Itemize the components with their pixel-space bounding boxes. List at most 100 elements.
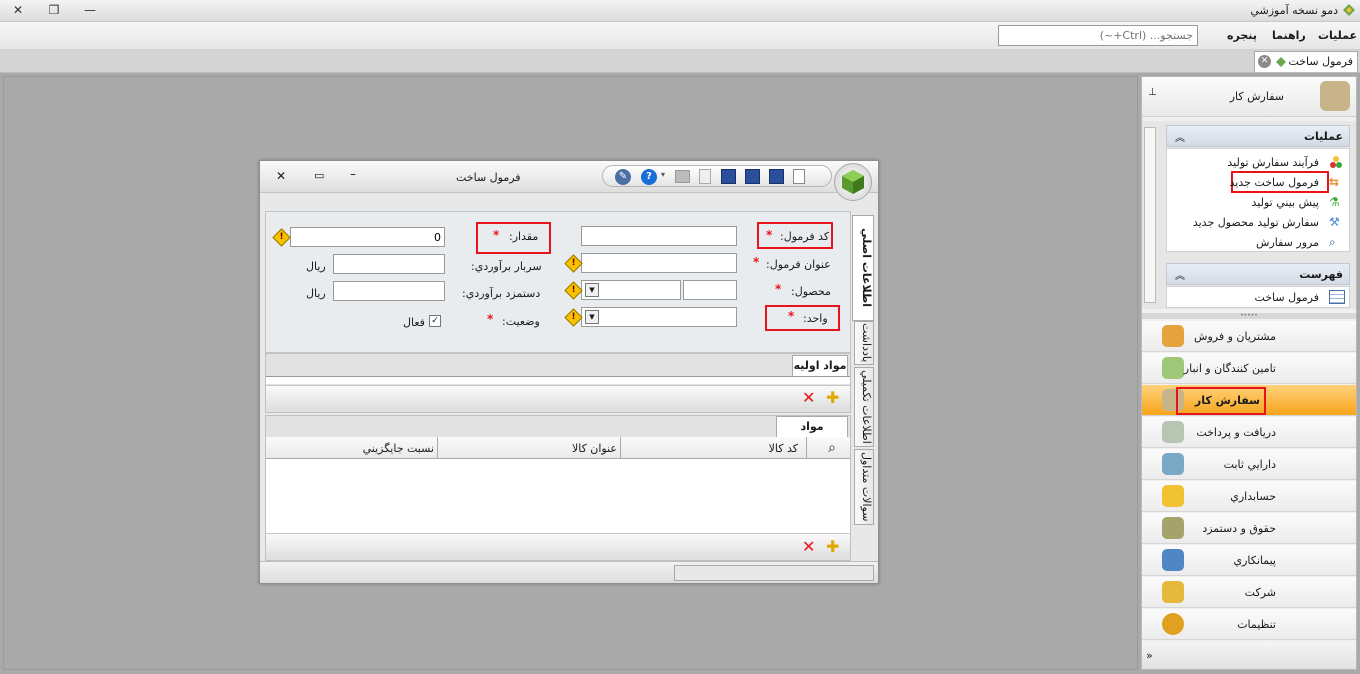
new-document-icon[interactable] bbox=[793, 169, 805, 184]
nav-label: حقوق و دستمزد bbox=[1202, 522, 1276, 535]
nav-payroll[interactable]: حقوق و دستمزد bbox=[1142, 513, 1356, 544]
window-title-bar: ✕ ❐ — دمو نسخه آموزشي bbox=[0, 0, 1360, 22]
search-icon[interactable]: ⌕ bbox=[828, 440, 836, 456]
save-close-icon[interactable] bbox=[721, 169, 736, 184]
group-operations-items: فرآيند سفارش توليد فرمول ساخت جديد ⇆ پيش… bbox=[1166, 148, 1350, 252]
panel-footer: » bbox=[1142, 643, 1356, 669]
raw-materials-tab[interactable]: مواد اوليه bbox=[792, 355, 848, 376]
forecast-icon: ⚗ bbox=[1329, 195, 1340, 209]
required-mark: * bbox=[775, 282, 782, 296]
active-checkbox[interactable]: ✓ bbox=[429, 315, 441, 327]
nav-customers-sales[interactable]: مشتريان و فروش bbox=[1142, 321, 1356, 352]
nav-label: تامين کنندگان و انبار bbox=[1183, 362, 1276, 375]
pin-icon[interactable]: ⊥ bbox=[1148, 87, 1157, 98]
product-code-input[interactable] bbox=[683, 280, 737, 300]
column-divider bbox=[620, 437, 621, 459]
nav-label: دارايي ثابت bbox=[1223, 458, 1276, 471]
list-icon bbox=[1329, 290, 1345, 304]
link-production-forecast[interactable]: پيش بيني توليد bbox=[1252, 196, 1319, 209]
print-icon[interactable] bbox=[675, 170, 690, 183]
app-orb-button[interactable] bbox=[834, 163, 872, 201]
tab-formula[interactable]: ✕ فرمول ساخت bbox=[1254, 51, 1358, 72]
status-label: وضعيت: bbox=[502, 315, 540, 328]
panel-scrollbar[interactable] bbox=[1144, 127, 1156, 303]
amount-label: مقدار: bbox=[509, 230, 539, 243]
nav-company[interactable]: شرکت bbox=[1142, 577, 1356, 608]
column-header-title[interactable]: عنوان کالا bbox=[572, 442, 617, 455]
add-icon[interactable]: ✚ bbox=[826, 537, 839, 556]
link-production-process[interactable]: فرآيند سفارش توليد bbox=[1227, 156, 1319, 169]
raw-materials-grid bbox=[266, 376, 850, 384]
group-header-list[interactable]: ︽ فهرست bbox=[1166, 263, 1350, 285]
tab-extra-info[interactable]: اطلاعات تکميلي bbox=[854, 367, 874, 447]
review-search-icon: ⌕ bbox=[1329, 235, 1336, 249]
formula-dialog: ✕ ▭ – فرمول ساخت ✎ ? ▾ اطلاعات اصلي يادد… bbox=[259, 160, 879, 584]
expand-more-icon[interactable]: » bbox=[1146, 649, 1153, 662]
status-field bbox=[674, 565, 874, 581]
nav-work-order[interactable]: سفارش کار bbox=[1142, 385, 1356, 416]
delete-icon[interactable]: ✕ bbox=[802, 388, 815, 407]
product-label: محصول: bbox=[791, 285, 831, 298]
required-mark: * bbox=[487, 312, 494, 326]
dropdown-button[interactable]: ▼ bbox=[585, 283, 599, 297]
panel-splitter[interactable]: ••••• bbox=[1142, 313, 1356, 319]
warehouse-icon bbox=[1162, 357, 1184, 379]
app-logo-icon bbox=[1342, 3, 1356, 17]
overhead-input[interactable] bbox=[333, 254, 445, 274]
process-icon bbox=[1329, 155, 1343, 169]
settings-wrench-icon[interactable]: ✎ bbox=[615, 169, 631, 185]
tab-main-info[interactable]: اطلاعات اصلي bbox=[852, 215, 874, 321]
amount-input[interactable] bbox=[290, 227, 445, 247]
collapse-icon[interactable]: ︽ bbox=[1175, 267, 1185, 282]
column-header-ratio[interactable]: نسبت جايگزيني bbox=[363, 442, 434, 455]
nav-label: سفارش کار bbox=[1194, 394, 1260, 407]
raw-materials-toolbar: ✚ ✕ bbox=[266, 385, 850, 410]
link-new-formula[interactable]: فرمول ساخت جديد bbox=[1230, 176, 1319, 189]
substitutes-grid-header: ⌕ کد کالا عنوان کالا نسبت جايگزيني bbox=[266, 437, 850, 459]
tab-notes[interactable]: يادداشت bbox=[854, 321, 874, 365]
search-input[interactable] bbox=[998, 25, 1198, 46]
tab-faq[interactable]: سوالات متداول bbox=[854, 449, 874, 525]
link-formula-list[interactable]: فرمول ساخت bbox=[1254, 291, 1319, 304]
nav-fixed-assets[interactable]: دارايي ثابت bbox=[1142, 449, 1356, 480]
minimize-window-button[interactable]: — bbox=[78, 2, 102, 19]
copy-icon[interactable] bbox=[699, 169, 711, 184]
menu-operations[interactable]: عمليات bbox=[1318, 29, 1357, 42]
collapse-icon[interactable]: ︽ bbox=[1175, 129, 1185, 144]
menu-window[interactable]: پنجره bbox=[1227, 29, 1257, 42]
dialog-close-button[interactable]: ✕ bbox=[276, 169, 286, 183]
nav-suppliers-warehouse[interactable]: تامين کنندگان و انبار bbox=[1142, 353, 1356, 384]
restore-window-button[interactable]: ❐ bbox=[42, 2, 66, 19]
substitutes-toolbar: ✚ ✕ bbox=[266, 533, 850, 559]
add-icon[interactable]: ✚ bbox=[826, 388, 839, 407]
dialog-maximize-button[interactable]: ▭ bbox=[314, 169, 324, 182]
dialog-status-bar bbox=[260, 561, 878, 583]
dialog-title: فرمول ساخت bbox=[456, 171, 521, 184]
group-header-operations[interactable]: ︽ عمليات bbox=[1166, 125, 1350, 147]
column-header-code[interactable]: کد کالا bbox=[769, 442, 798, 455]
code-input[interactable] bbox=[581, 226, 737, 246]
close-tab-icon[interactable]: ✕ bbox=[1258, 55, 1271, 68]
link-review-orders[interactable]: مرور سفارش bbox=[1256, 236, 1319, 249]
substitutes-tab[interactable]: مواد جايگزين bbox=[776, 416, 848, 453]
save-new-icon[interactable] bbox=[745, 169, 760, 184]
code-label: کد فرمول: bbox=[780, 230, 830, 243]
nav-contracting[interactable]: پيمانکاري bbox=[1142, 545, 1356, 576]
dropdown-button[interactable]: ▼ bbox=[585, 310, 599, 324]
nav-receipts-payments[interactable]: دريافت و پرداخت bbox=[1142, 417, 1356, 448]
menu-help[interactable]: راهنما bbox=[1272, 29, 1306, 42]
chevron-down-icon[interactable]: ▾ bbox=[661, 170, 665, 179]
nav-settings[interactable]: تنظيمات bbox=[1142, 609, 1356, 640]
link-new-product-order[interactable]: سفارش توليد محصول جديد bbox=[1193, 216, 1319, 229]
help-icon[interactable]: ? bbox=[641, 169, 657, 185]
close-window-button[interactable]: ✕ bbox=[6, 2, 30, 19]
save-icon[interactable] bbox=[769, 169, 784, 184]
wage-input[interactable] bbox=[333, 281, 445, 301]
delete-icon[interactable]: ✕ bbox=[802, 537, 815, 556]
required-mark: * bbox=[788, 309, 795, 323]
title-input[interactable] bbox=[581, 253, 737, 273]
dialog-minimize-button[interactable]: – bbox=[350, 167, 356, 181]
unit-select[interactable] bbox=[581, 307, 737, 327]
substitutes-grid-body[interactable] bbox=[266, 459, 850, 533]
nav-accounting[interactable]: حسابداري bbox=[1142, 481, 1356, 512]
